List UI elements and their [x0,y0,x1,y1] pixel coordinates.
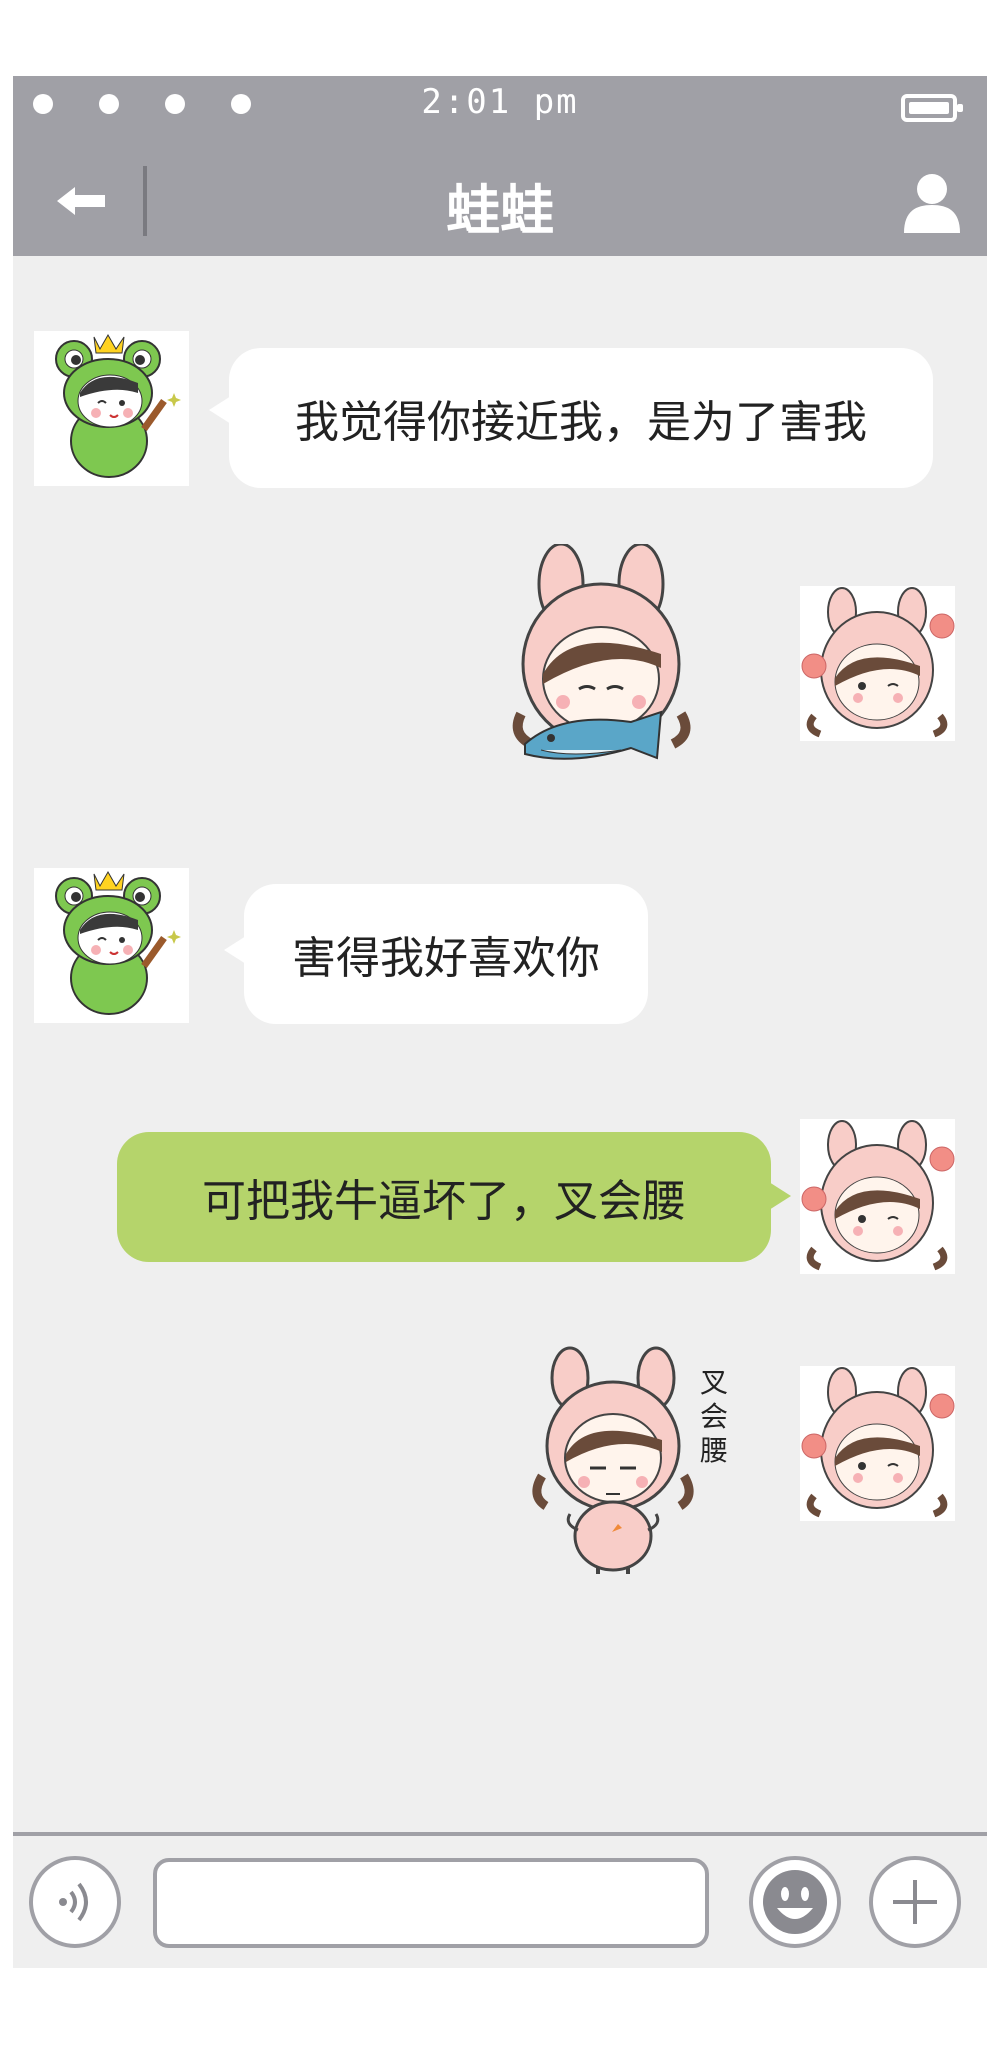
chat-header: 蛙蛙 [13,136,987,256]
bubble-tail [224,936,246,964]
bunny-fish-sticker[interactable] [501,544,701,784]
bunny-avatar-illustration [801,587,955,738]
emoji-button[interactable] [749,1856,841,1948]
message-bubble-incoming[interactable]: 我觉得你接近我，是为了害我 [229,348,933,488]
my-avatar[interactable] [800,586,955,741]
emoji-icon [763,1870,827,1934]
frog-avatar-illustration [55,333,181,478]
frog-avatar[interactable] [34,868,189,1023]
status-time: 2:01 pm [421,82,579,122]
message-input[interactable] [153,1858,709,1948]
frog-avatar[interactable] [34,331,189,486]
my-avatar[interactable] [800,1366,955,1521]
user-icon[interactable] [902,171,962,233]
plus-icon [893,1880,937,1924]
bunny-avatar-illustration [801,1367,955,1518]
bubble-tail [209,396,231,424]
more-button[interactable] [869,1856,961,1948]
voice-icon [59,1882,88,1922]
chat-screen: 2:01 pm 蛙蛙 我觉得你接近我，是为了害我 害得我好喜欢你 可把我牛逼坏了… [13,76,987,1968]
voice-button[interactable] [29,1856,121,1948]
message-bubble-outgoing[interactable]: 可把我牛逼坏了，叉会腰 [117,1132,771,1262]
message-bubble-incoming[interactable]: 害得我好喜欢你 [244,884,648,1024]
bunny-avatar-illustration [801,1120,955,1271]
bunny-hips-sticker[interactable] [528,1346,698,1576]
bubble-tail [769,1182,791,1210]
frog-avatar-illustration [55,870,181,1015]
battery-icon [901,94,963,122]
chat-title: 蛙蛙 [446,179,554,242]
composer-bar [13,1832,987,1968]
sticker-caption: 叉 会 腰 [699,1366,728,1467]
status-bar: 2:01 pm [13,76,987,136]
my-avatar[interactable] [800,1119,955,1274]
